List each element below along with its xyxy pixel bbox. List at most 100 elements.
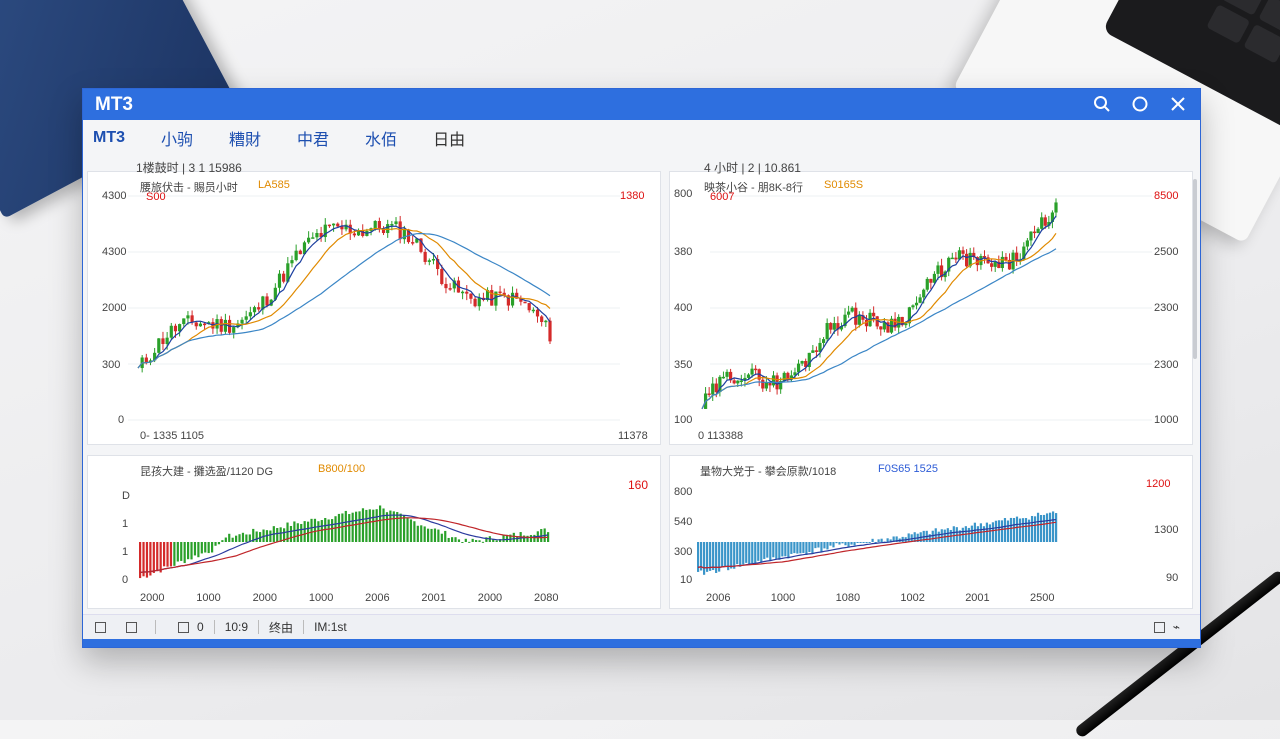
histogram-bar [805,542,808,556]
candle-body [265,296,269,306]
panel-toggle-icon[interactable] [95,621,106,633]
y-tick: 300 [102,359,121,371]
histogram-bar [1018,518,1022,542]
histogram-bar [844,542,847,546]
candle-body [352,233,357,236]
histogram-bar [348,514,351,542]
window-title: MT3 [95,93,133,115]
candle-body [411,242,415,244]
candle-body [169,325,173,338]
histogram-bar [293,521,296,542]
histogram-bar [745,542,748,563]
candle-body [182,318,186,325]
menu-item-2[interactable]: 小驹 [161,126,193,150]
histogram-bar [736,542,739,565]
candle-body [440,269,444,284]
candle-body [307,237,311,243]
histogram-bar [1033,516,1037,542]
close-icon[interactable] [1168,95,1188,115]
checkbox-icon[interactable] [178,621,189,633]
histogram-bar [169,542,173,567]
histogram-bar [742,542,745,565]
candle-body [1029,231,1033,241]
histogram-bar [991,522,995,542]
indicator-panel-bottom-left[interactable]: 昆孩大建 - 攤选盈/1120 DG B800/100 160 D 1 1 0 … [87,455,661,609]
histogram-bar [197,542,200,558]
histogram-bar [238,534,241,542]
candle-body [936,265,940,274]
moving-average-line [137,232,551,369]
scrollbar[interactable] [1193,179,1197,359]
candle-body [965,253,969,267]
histogram-bar [859,542,862,543]
candle-body [1040,217,1044,229]
histogram-bar [457,539,461,542]
histogram-bar [829,542,832,546]
histogram-bar [1012,517,1016,542]
histogram-bar [1003,518,1007,542]
histogram-bar [778,542,781,560]
candle-body [377,221,381,230]
histogram-bar [224,537,227,542]
histogram-bar [382,508,385,542]
histogram-bar [820,542,823,552]
histogram-bar [796,542,799,554]
histogram-bar [193,542,197,556]
maximize-icon[interactable] [1153,621,1165,633]
histogram-bar [988,524,992,542]
histogram-bar [471,538,474,542]
histogram-bar [724,542,727,567]
histogram-bar [769,542,772,561]
candle-body [390,224,394,226]
histogram-bar [430,528,433,542]
histogram-bar [190,542,193,560]
candle-body [252,307,257,313]
histogram-bar [751,542,754,564]
candle-body [373,221,377,229]
histogram-bar [766,542,769,558]
legend-value: F0S65 1525 [878,463,938,475]
legend-value: B800/100 [318,463,366,475]
restore-icon[interactable] [1130,95,1150,115]
histogram-bar [967,527,970,542]
chart-panel-top-left[interactable]: 1楼鼓时 | 3 1 15986 腰旅伏击 - 賜员小时 LA585 S00 1… [87,161,661,445]
candle-body [990,263,994,267]
indicator-panel-bottom-right[interactable]: 量物大党于 - 攀会原款/1018 F0S65 1525 800 540 300… [669,455,1193,609]
histogram-bar [823,542,826,549]
search-icon[interactable] [1092,95,1112,115]
histogram-bar [320,520,323,542]
candle-body [1036,228,1040,234]
histogram-bar [817,542,820,548]
histogram-bar [207,542,210,554]
histogram-bar [289,525,293,542]
menu-item-4[interactable]: 中君 [297,126,329,150]
histogram-bar [149,542,152,576]
candle-body [331,223,336,226]
menu-item-mt3[interactable]: MT3 [93,129,125,147]
x-tick-label: 1002 [900,592,925,604]
histogram-bar [379,505,382,542]
status-time: 10:9 [224,620,249,634]
pin-icon[interactable]: ⌁ [1173,620,1180,634]
candle-body [315,232,319,238]
menu-item-5[interactable]: 水佰 [365,126,397,150]
candle-body [240,319,244,324]
histogram-bar [826,542,829,550]
menu-item-3[interactable]: 糟財 [229,126,261,150]
split-view-icon[interactable] [126,621,137,633]
candle-body [277,273,282,288]
chart-panel-top-right[interactable]: 4 小时 | 2 | 10.861 映茶小谷 - 朋8K-8行 S0165S 6… [669,161,1193,445]
histogram-bar [502,535,505,542]
y-left-tick: 100 [674,414,693,426]
histogram-bar [712,542,715,571]
histogram-bar [721,542,724,567]
candle-body [832,323,836,330]
histogram-bar [715,542,718,573]
histogram-bar [862,542,865,543]
histogram-bar [447,537,450,542]
candle-body [194,322,198,327]
menu-item-6[interactable]: 日由 [433,126,465,150]
candle-body [498,291,502,294]
candle-body [707,393,711,395]
histogram-bar [313,518,317,542]
